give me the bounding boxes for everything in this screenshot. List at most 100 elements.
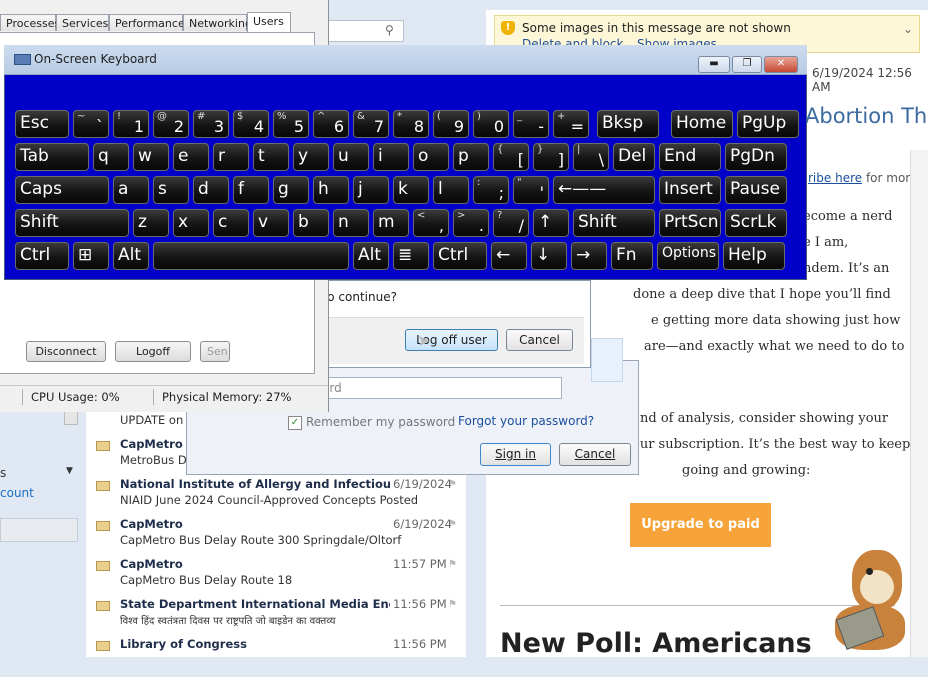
key-pause[interactable]: Pause [725,176,787,204]
minimize-button[interactable]: ▬ [698,56,730,73]
key-x[interactable]: {[ [493,143,529,171]
tab-services[interactable]: Services [56,14,109,31]
key-pgup[interactable]: PgUp [737,110,799,138]
key-c[interactable]: c [213,209,249,237]
key-fn[interactable]: Fn [611,242,653,270]
chevron-down-icon[interactable]: ⌄ [903,22,913,36]
key-shift[interactable]: Shift [573,209,655,237]
list-item[interactable]: National Institute of Allergy and Infect… [86,477,466,517]
key-5[interactable]: % 5 [273,110,309,138]
remember-checkbox[interactable]: ✓ [288,416,302,430]
key-o[interactable]: o [413,143,449,171]
sidebar-account-link[interactable]: count [0,486,34,500]
tab-performance[interactable]: Performance [109,14,185,31]
sidebar-dropdown-icon[interactable]: ▼ [66,466,73,476]
key-f[interactable]: f [233,176,269,204]
key-3[interactable]: #3 [193,110,229,138]
key-s[interactable]: s [153,176,189,204]
key-caps[interactable]: Caps [15,176,109,204]
key-r[interactable]: r [213,143,249,171]
key-d[interactable]: d [193,176,229,204]
key-x[interactable]: _ - [513,110,549,138]
key-4[interactable]: $4 [233,110,269,138]
key-x[interactable]: ⊞ [73,242,109,270]
key-xxx[interactable]: ←—— [553,176,655,204]
list-item[interactable]: CapMetro 6/19/2024 ⚑ CapMetro Bus Delay … [86,517,466,557]
flag-icon[interactable]: ⚑ [448,479,458,490]
key-end[interactable]: End [659,143,721,171]
list-item[interactable]: CapMetro 11:57 PM ⚑ CapMetro Bus Delay R… [86,557,466,597]
osk-title-bar[interactable]: On-Screen Keyboard [4,45,807,75]
key-x[interactable]: → [571,242,607,270]
list-item[interactable]: State Department International Media Eng… [86,597,466,637]
key-9[interactable]: (9 [433,110,469,138]
key-x[interactable]: :; [473,176,509,204]
tab-processes[interactable]: Processes [0,14,60,31]
subscribe-link[interactable]: ribe here [808,171,862,185]
key-alt[interactable]: Alt [113,242,149,270]
sign-in-button[interactable]: Sign in [480,443,551,466]
key-k[interactable]: k [393,176,429,204]
key-6[interactable]: ^ 6 [313,110,349,138]
key-ctrl[interactable]: Ctrl [433,242,487,270]
tab-networking[interactable]: Networking [183,14,252,31]
send-message-button[interactable]: Sen [200,341,230,362]
flag-icon[interactable]: ⚑ [448,559,458,570]
key-x[interactable]: ? / [493,209,529,237]
search-icon[interactable]: ⚲ [385,23,394,37]
key-v[interactable]: v [253,209,289,237]
close-icon[interactable]: ✕ [764,56,798,73]
restore-button[interactable]: ❐ [732,56,762,73]
key-ctrl[interactable]: Ctrl [15,242,69,270]
key-esc[interactable]: Esc [15,110,69,138]
key-u[interactable]: u [333,143,369,171]
key-e[interactable]: e [173,143,209,171]
logoff-cancel-button[interactable]: Cancel [506,329,573,351]
key-i[interactable]: i [373,143,409,171]
key-tab[interactable]: Tab [15,143,89,171]
key-pgdn[interactable]: PgDn [725,143,787,171]
key-x[interactable]: | \ [573,143,609,171]
key-q[interactable]: q [93,143,129,171]
search-box[interactable]: ⚲ [328,20,404,42]
key-x[interactable]: x [173,209,209,237]
key-2[interactable]: @2 [153,110,189,138]
key-insert[interactable]: Insert [659,176,721,204]
tab-users[interactable]: Users [247,12,291,33]
key-x[interactable]: ← [491,242,527,270]
key-x[interactable]: ↓ [531,242,567,270]
key-shift[interactable]: Shift [15,209,129,237]
upgrade-to-paid-button[interactable]: Upgrade to paid [630,503,771,547]
key-l[interactable]: l [433,176,469,204]
key-x[interactable]: ≣ [393,242,429,270]
key-bksp[interactable]: Bksp [597,110,659,138]
key-m[interactable]: m [373,209,409,237]
flag-icon[interactable]: ⚑ [448,599,458,610]
key-x[interactable]: " ' [513,176,549,204]
key-x[interactable]: + = [553,110,589,138]
key-x[interactable]: ~ ` [73,110,109,138]
key-prtscn[interactable]: PrtScn [659,209,721,237]
key-y[interactable]: y [293,143,329,171]
forgot-password-link[interactable]: Forgot your password? [458,414,594,428]
key-t[interactable]: t [253,143,289,171]
key-j[interactable]: j [353,176,389,204]
key-1[interactable]: ! 1 [113,110,149,138]
key-space[interactable] [153,242,349,270]
key-del[interactable]: Del [613,143,655,171]
key-z[interactable]: z [133,209,169,237]
key-0[interactable]: ) 0 [473,110,509,138]
key-home[interactable]: Home [671,110,733,138]
key-x[interactable]: >. [453,209,489,237]
password-field[interactable]: ord [317,377,562,399]
disconnect-button[interactable]: Disconnect [26,341,106,362]
key-7[interactable]: & 7 [353,110,389,138]
key-p[interactable]: p [453,143,489,171]
key-options[interactable]: Options [657,242,719,270]
logoff-button[interactable]: Logoff [115,341,191,362]
key-b[interactable]: b [293,209,329,237]
key-h[interactable]: h [313,176,349,204]
key-x[interactable]: <, [413,209,449,237]
reading-scrollbar[interactable] [910,150,928,657]
key-w[interactable]: w [133,143,169,171]
